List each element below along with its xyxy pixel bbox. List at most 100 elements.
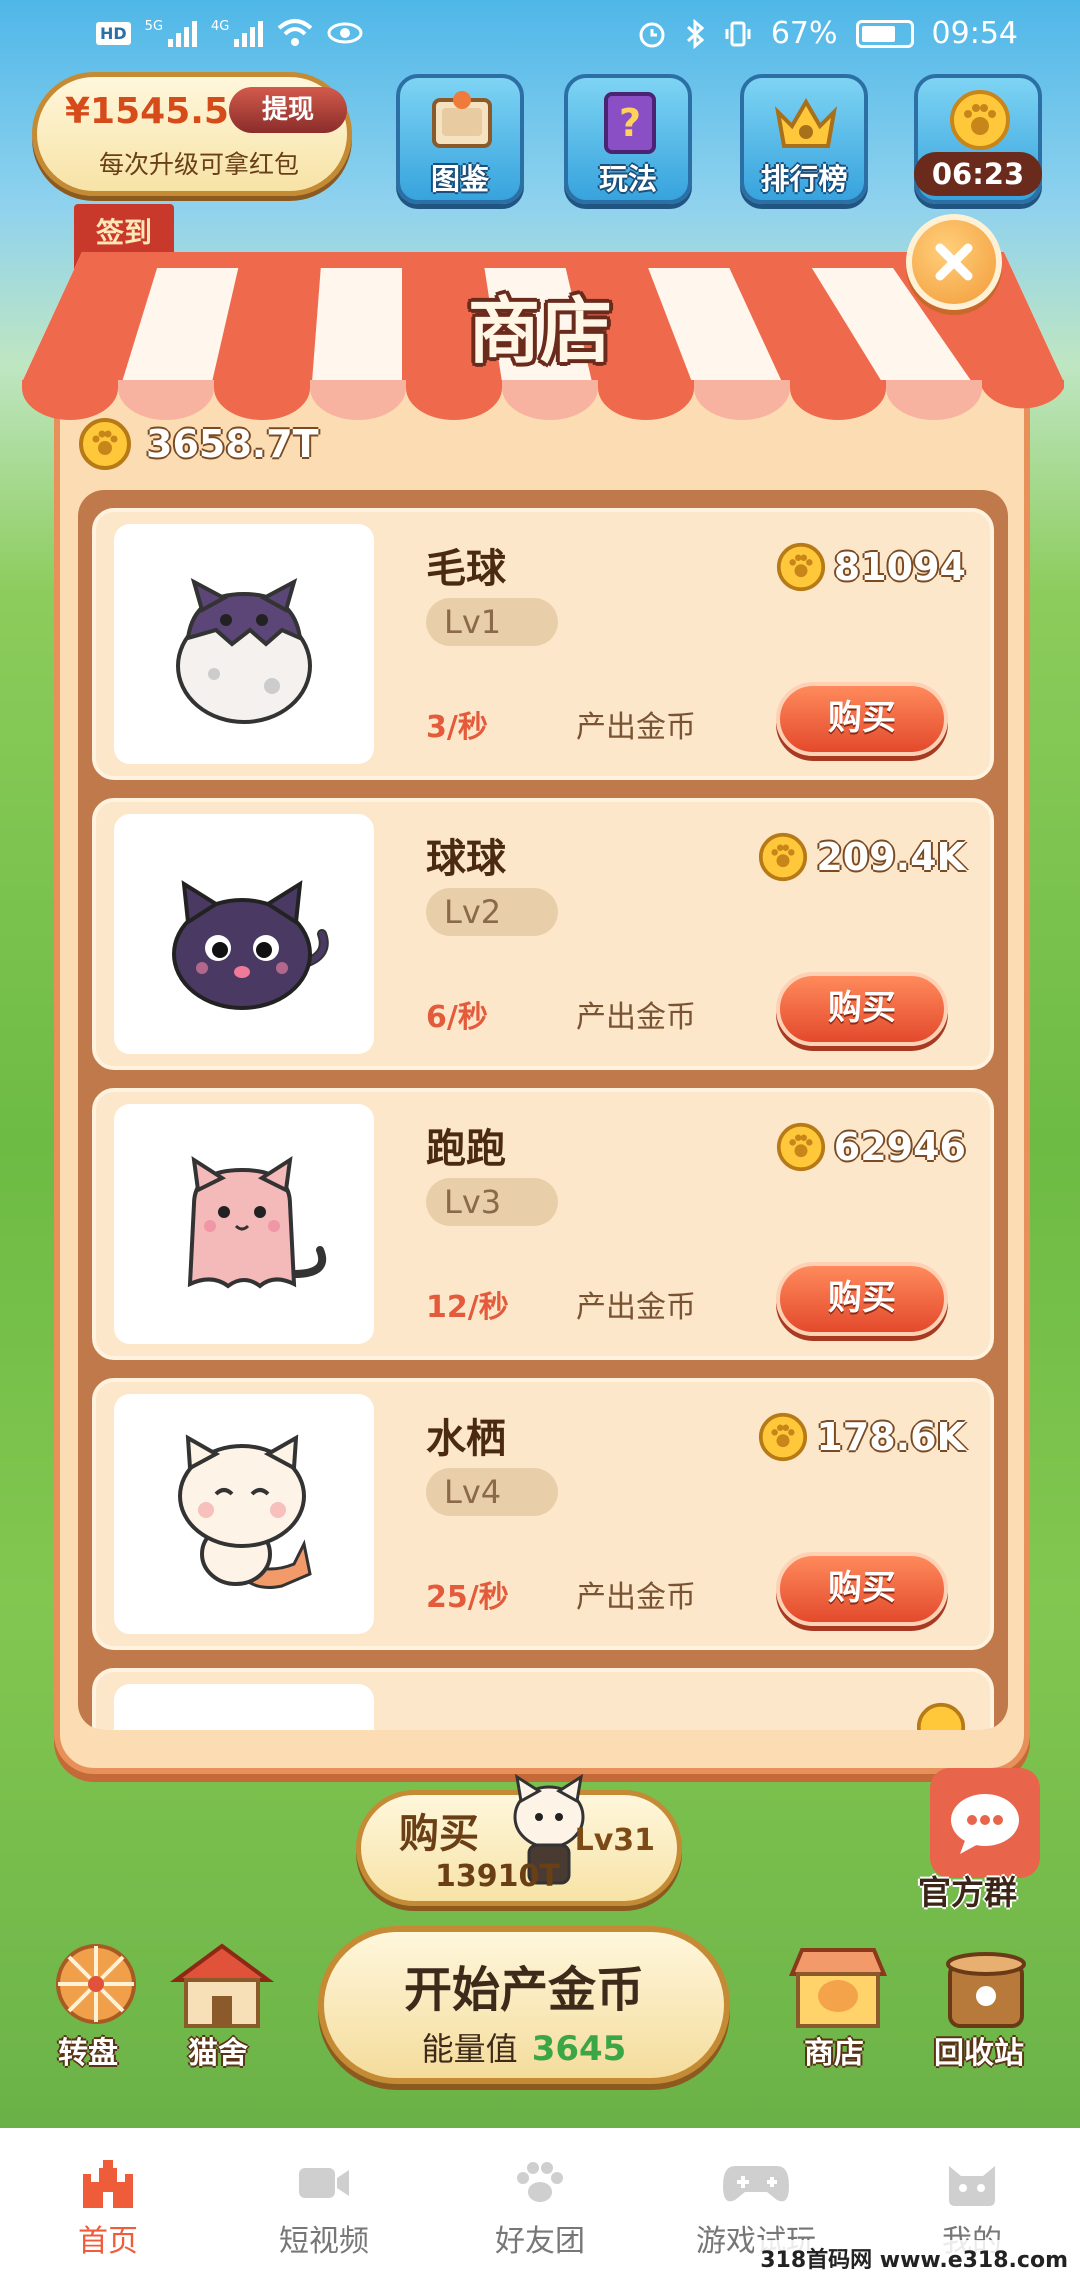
pink-cat-icon xyxy=(187,1155,327,1289)
signal-5g-icon: 5G xyxy=(145,19,198,47)
signal-4g-icon: 4G xyxy=(211,19,264,47)
pet-image xyxy=(114,1684,374,1730)
item-price: 81094 xyxy=(776,540,966,594)
buy-button[interactable]: 购买 xyxy=(776,972,948,1046)
pet-image xyxy=(114,1394,374,1634)
shop-icon[interactable] xyxy=(778,1940,898,2030)
quick-buy-level: Lv31 xyxy=(574,1823,655,1858)
coin-icon xyxy=(79,418,131,470)
crown-icon xyxy=(774,98,838,148)
buy-button[interactable]: 购买 xyxy=(776,1552,948,1626)
quick-buy-button[interactable]: 购买 Lv31 13910T xyxy=(356,1773,682,1906)
shop-item: 球球 Lv2 6/秒 产出金币 209.4K 购买 xyxy=(92,798,994,1070)
coin-timer-button[interactable]: 06:23 xyxy=(914,74,1042,204)
mermaid-cat-icon xyxy=(178,1434,312,1589)
shop-item: 跑跑 Lv3 12/秒 产出金币 62946 购买 xyxy=(92,1088,994,1360)
rate-suffix: 产出金币 xyxy=(576,1290,696,1325)
item-name: 球球 xyxy=(426,836,506,882)
balance-value: 3658.7T xyxy=(146,422,319,466)
watermark: 318首码网 www.e318.com xyxy=(754,2240,1074,2276)
wifi-icon xyxy=(278,19,313,46)
item-name: 毛球 xyxy=(426,546,506,592)
chat-bubble-icon xyxy=(951,1794,1019,1854)
withdraw-button[interactable]: 提现 xyxy=(229,87,347,133)
red-packet-balance[interactable]: ¥1545.54 提现 每次升级可拿红包 xyxy=(32,72,352,196)
shop-item-list[interactable]: 毛球 Lv1 3/秒 产出金币 81094 购买 球球 Lv2 6/秒 产出金币… xyxy=(78,490,1008,1730)
question-book-icon: ? xyxy=(604,92,656,154)
coin-icon xyxy=(776,1122,825,1172)
bottom-nav: 首页 短视频 好友团 游戏试玩 我的 318首码网 www.e318.com xyxy=(0,2128,1080,2280)
coin-icon xyxy=(759,832,808,882)
official-group-button[interactable] xyxy=(930,1768,1040,1878)
quick-buy-price: 13910T xyxy=(435,1859,560,1894)
nav-item-short-video[interactable]: 短视频 xyxy=(216,2128,432,2280)
pet-image xyxy=(114,524,374,764)
money-tip: 每次升级可拿红包 xyxy=(99,150,300,179)
production-rate: 3/秒 xyxy=(426,710,488,745)
wheel-label: 转盘 xyxy=(58,2036,118,2071)
rate-suffix: 产出金币 xyxy=(576,1000,696,1035)
cat-house-label: 猫舍 xyxy=(188,2036,248,2071)
pet-image xyxy=(114,1104,374,1344)
nav-item-friends[interactable]: 好友团 xyxy=(432,2128,648,2280)
level-chip: Lv1 xyxy=(426,598,558,646)
rate-suffix: 产出金币 xyxy=(576,710,696,745)
production-rate: 12/秒 xyxy=(426,1290,509,1325)
official-group-label: 官方群 xyxy=(918,1873,1017,1912)
shop-item-partial xyxy=(92,1668,994,1730)
level-chip: Lv4 xyxy=(426,1468,558,1516)
energy-value: 3645 xyxy=(531,2029,627,2069)
recycle-bin-icon[interactable] xyxy=(926,1940,1046,2030)
eye-icon xyxy=(327,22,363,44)
leaderboard-button[interactable]: 排行榜 xyxy=(740,74,868,204)
rate-suffix: 产出金币 xyxy=(576,1580,696,1615)
vibrate-icon xyxy=(725,21,751,46)
quick-buy-label: 购买 xyxy=(399,1811,479,1857)
status-bar: HD 5G 4G 67% 09:54 xyxy=(0,0,1080,72)
coin-paw-icon xyxy=(950,90,1010,150)
coin-icon xyxy=(759,1412,808,1462)
battery-icon xyxy=(855,19,914,48)
timer-badge: 06:23 xyxy=(914,152,1042,196)
level-chip: Lv2 xyxy=(426,888,558,936)
collection-button[interactable]: 图鉴 xyxy=(396,74,524,204)
wheel-icon[interactable] xyxy=(36,1940,156,2030)
hd-badge: HD xyxy=(96,21,131,45)
recycle-label: 回收站 xyxy=(934,2036,1024,2071)
production-rate: 6/秒 xyxy=(426,1000,488,1035)
item-price: 178.6K xyxy=(758,1410,966,1464)
svg-text:?: ? xyxy=(619,101,641,145)
bluetooth-icon xyxy=(686,18,705,49)
egg-cat-icon xyxy=(176,578,312,724)
level-chip: Lv3 xyxy=(426,1178,558,1226)
coin-icon xyxy=(916,1702,966,1730)
energy-row: 能量值 3645 xyxy=(324,2024,724,2070)
close-icon xyxy=(935,243,973,281)
start-earning-button[interactable]: 开始产金币 能量值 3645 xyxy=(318,1926,730,2084)
cat-face-icon xyxy=(949,2166,995,2206)
start-label: 开始产金币 xyxy=(403,1962,644,2018)
paw-icon xyxy=(517,2162,563,2202)
alarm-icon xyxy=(639,22,665,47)
item-price: 62946 xyxy=(776,1120,966,1174)
buy-button[interactable]: 购买 xyxy=(776,682,948,756)
shop-item: 水栖 Lv4 25/秒 产出金币 178.6K 购买 xyxy=(92,1378,994,1650)
buy-button[interactable]: 购买 xyxy=(776,1262,948,1336)
clock: 09:54 xyxy=(931,16,1018,51)
shop-balance: 3658.7T xyxy=(78,414,319,474)
status-right: 67% 09:54 xyxy=(637,16,1018,51)
nav-item-home[interactable]: 首页 xyxy=(0,2128,216,2280)
production-rate: 25/秒 xyxy=(426,1580,509,1615)
item-price: 209.4K xyxy=(758,830,966,884)
book-icon xyxy=(432,91,492,148)
castle-icon xyxy=(83,2160,133,2208)
how-to-play-button[interactable]: ? 玩法 xyxy=(564,74,692,204)
purple-cat-icon xyxy=(172,880,329,1010)
shop-item: 毛球 Lv1 3/秒 产出金币 81094 购买 xyxy=(92,508,994,780)
pet-image xyxy=(114,814,374,1054)
shop-label: 商店 xyxy=(804,2036,864,2071)
item-name: 跑跑 xyxy=(426,1126,506,1172)
cat-house-icon[interactable] xyxy=(162,1940,282,2030)
video-icon xyxy=(299,2168,349,2198)
close-button[interactable] xyxy=(906,214,1002,310)
